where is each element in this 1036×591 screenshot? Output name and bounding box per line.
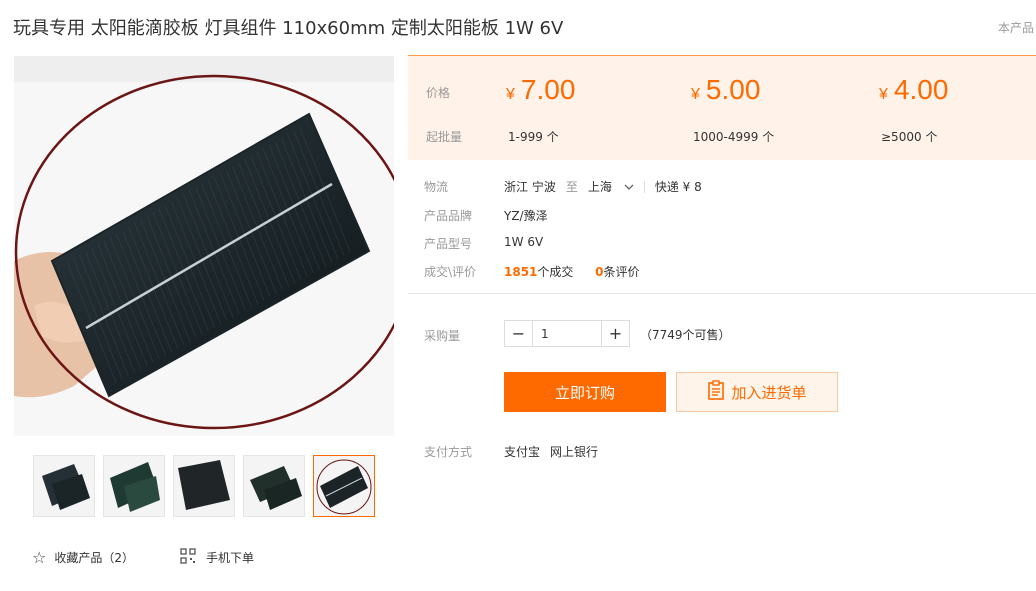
payment-methods: 支付宝 网上银行 [504, 443, 598, 460]
quantity-input[interactable] [532, 321, 602, 346]
price-label: 价格 [426, 86, 451, 100]
price-tier-1: ¥7.00 [506, 74, 576, 105]
buy-now-button[interactable]: 立即订购 [504, 372, 666, 412]
thumbnail-4[interactable] [243, 455, 305, 517]
deals-value: 1851个成交 0条评价 [504, 265, 640, 279]
range-tier-1: 1-999 个 [508, 130, 559, 144]
thumbnail-1[interactable] [33, 455, 95, 517]
divider [408, 293, 1036, 294]
deals-label: 成交\评价 [424, 265, 477, 279]
product-title: 玩具专用 太阳能滴胶板 灯具组件 110x60mm 定制太阳能板 1W 6V [13, 18, 564, 39]
stock-available: （7749个可售） [640, 328, 731, 342]
moq-label: 起批量 [426, 130, 463, 144]
payment-alipay: 支付宝 [504, 445, 541, 459]
model-label: 产品型号 [424, 237, 473, 251]
price-tier-3: ¥4.00 [879, 74, 949, 105]
star-icon: ☆ [32, 548, 47, 567]
quantity-stepper: − + [504, 320, 630, 347]
brand-value: YZ/豫泽 [504, 209, 548, 223]
thumbnail-2[interactable] [103, 455, 165, 517]
range-tier-2: 1000-4999 个 [693, 130, 775, 144]
brand-label: 产品品牌 [424, 209, 473, 223]
qr-code-icon [180, 548, 196, 567]
payment-label: 支付方式 [424, 445, 473, 459]
favorite-product[interactable]: ☆ 收藏产品（2） [32, 548, 134, 567]
main-product-image [14, 56, 394, 436]
mobile-order[interactable]: 手机下单 [180, 548, 254, 567]
thumbnail-3[interactable] [173, 455, 235, 517]
plus-icon[interactable]: + [602, 321, 629, 346]
price-tier-2: ¥5.00 [691, 74, 761, 105]
range-tier-3: ≥5000 个 [881, 130, 938, 144]
clipboard-icon [707, 380, 725, 404]
purchase-label: 采购量 [424, 329, 461, 343]
minus-icon[interactable]: − [505, 321, 532, 346]
price-panel: 价格 起批量 ¥7.00 ¥5.00 ¥4.00 1-999 个 1000-49… [408, 55, 1036, 160]
logistics-value: 浙江 宁波 至 上海 快递 ¥ 8 [504, 178, 702, 195]
add-to-cart-button[interactable]: 加入进货单 [676, 372, 838, 412]
logistics-label: 物流 [424, 180, 449, 194]
destination-select[interactable]: 上海 [588, 178, 634, 195]
thumbnail-5-selected[interactable] [313, 455, 375, 517]
payment-online-bank: 网上银行 [550, 445, 599, 459]
model-value: 1W 6V [504, 235, 544, 249]
top-right-link[interactable]: 本产品 [998, 19, 1034, 36]
chevron-down-icon [624, 180, 634, 194]
